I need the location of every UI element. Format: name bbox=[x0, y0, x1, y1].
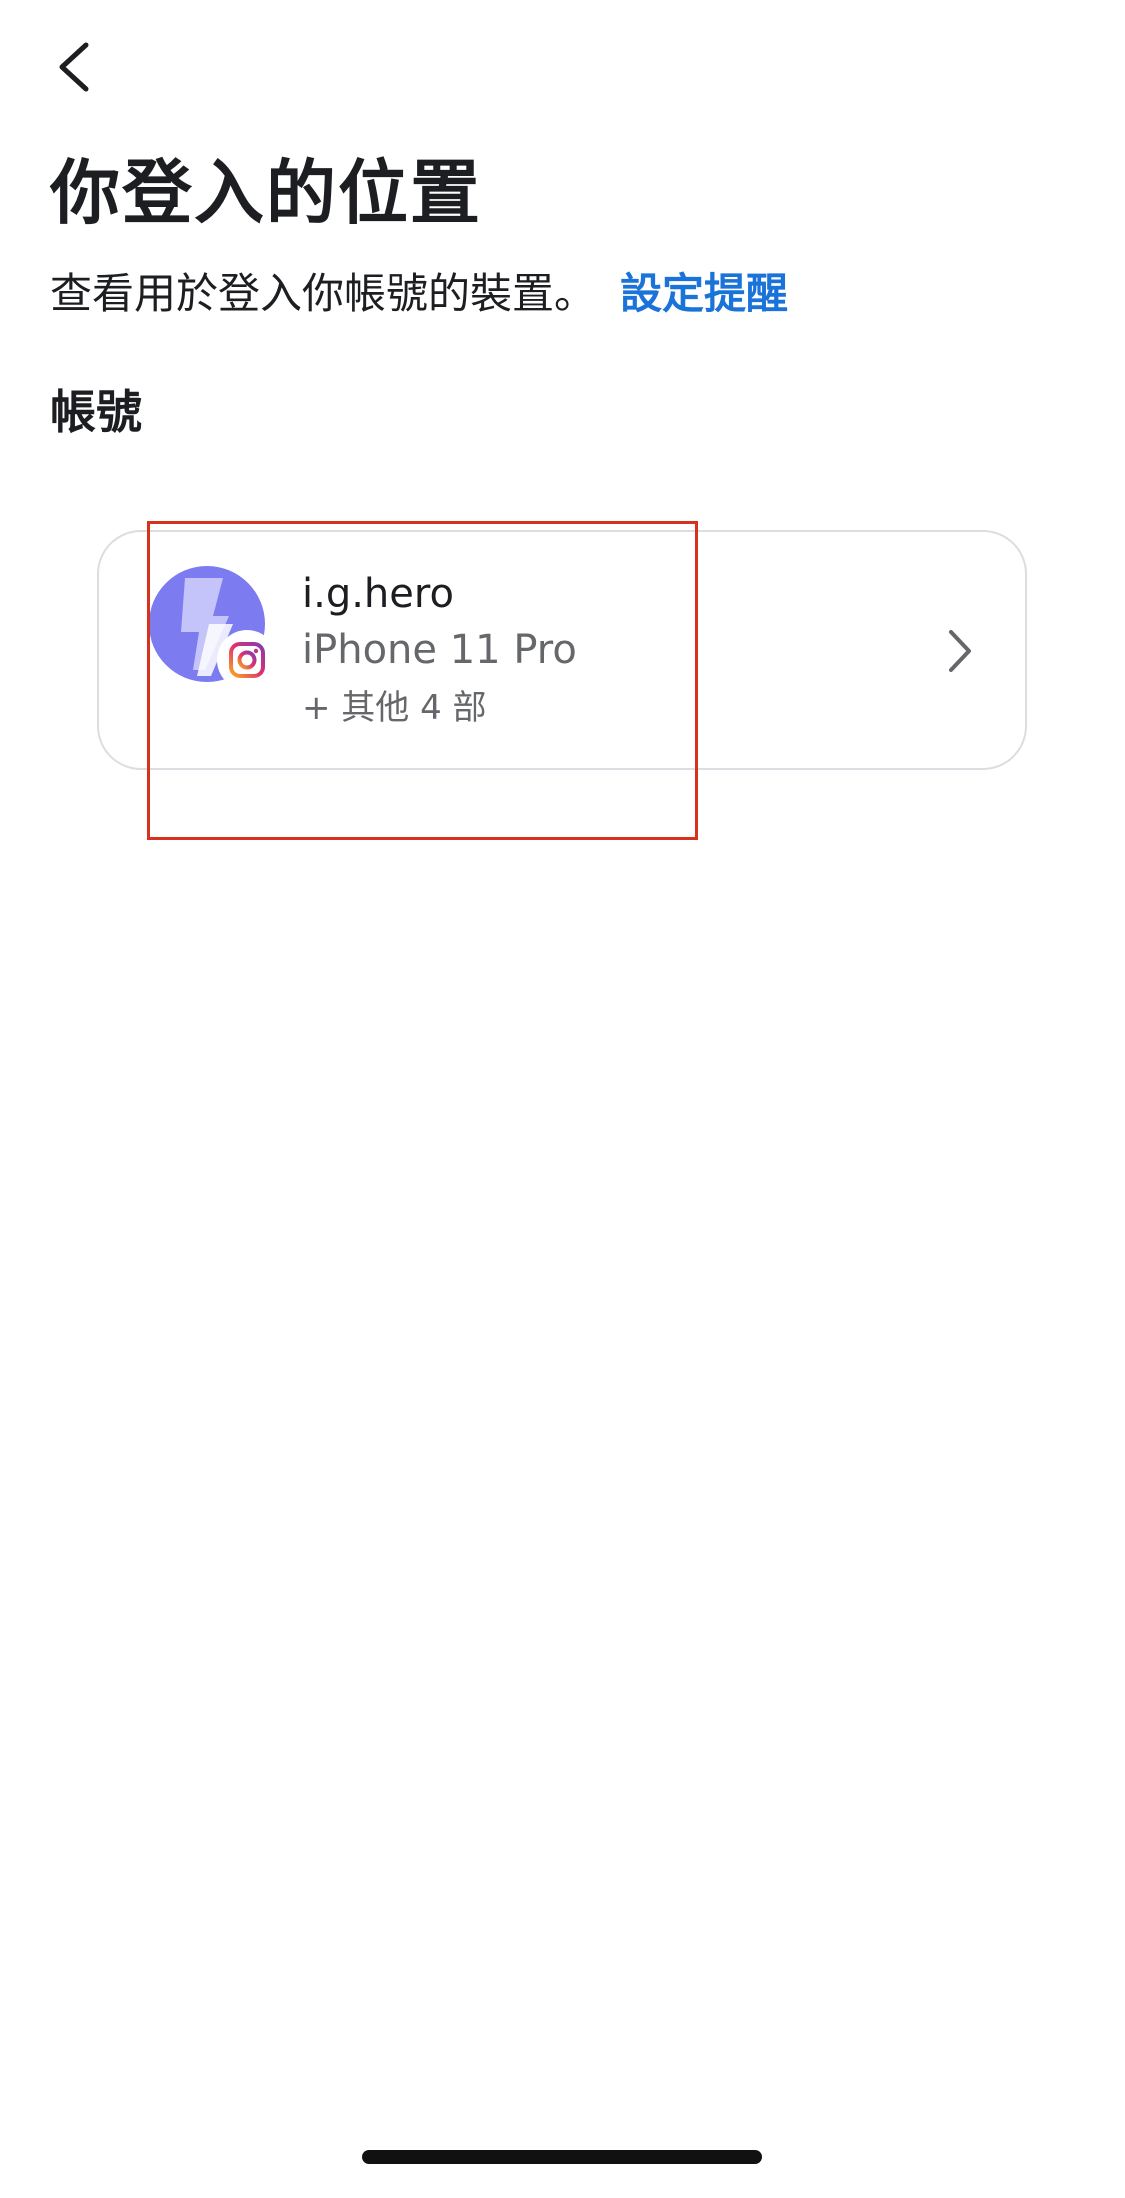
accounts-section-heading: 帳號 bbox=[50, 385, 142, 439]
device-name: iPhone 11 Pro bbox=[302, 627, 577, 673]
account-username: i.g.hero bbox=[302, 571, 454, 617]
chevron-left-icon bbox=[59, 42, 89, 92]
instagram-icon bbox=[229, 642, 265, 678]
instagram-badge bbox=[217, 630, 277, 690]
page-subtitle: 查看用於登入你帳號的裝置。 設定提醒 bbox=[50, 266, 788, 322]
set-reminder-link[interactable]: 設定提醒 bbox=[620, 269, 788, 318]
page-title: 你登入的位置 bbox=[50, 152, 482, 234]
other-devices-count: + 其他 4 部 bbox=[302, 688, 487, 728]
home-indicator bbox=[362, 2150, 762, 2164]
account-info: i.g.hero iPhone 11 Pro + 其他 4 部 bbox=[302, 568, 577, 736]
subtitle-text: 查看用於登入你帳號的裝置。 bbox=[50, 269, 597, 318]
chevron-right-icon bbox=[949, 630, 971, 672]
account-card[interactable]: i.g.hero iPhone 11 Pro + 其他 4 部 bbox=[97, 530, 1027, 770]
back-button[interactable] bbox=[42, 30, 106, 104]
